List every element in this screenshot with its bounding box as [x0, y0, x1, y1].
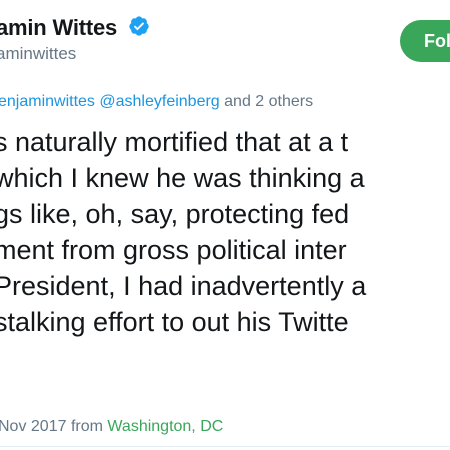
tweet-text-line: ment from gross political inter — [0, 235, 347, 265]
tweet-text-line: gs like, oh, say, protecting fed — [0, 199, 350, 229]
tweet-text-line: s naturally mortified that at a t — [0, 127, 349, 157]
verified-badge-icon — [129, 16, 149, 36]
tweet-timestamp: Nov 2017 from Washington, DC — [0, 418, 223, 436]
tweet-text-line: stalking effort to out his Twitte — [0, 307, 349, 337]
from-label: from — [70, 418, 103, 435]
follow-button[interactable]: Fol — [400, 20, 450, 62]
tweet-card: amin Wittes aminwittes Fol enjaminwittes… — [0, 0, 450, 450]
mention-link[interactable]: enjaminwittes — [0, 93, 95, 110]
author-display-name[interactable]: amin Wittes — [0, 15, 117, 41]
tweet-text-line: which I knew he was thinking a — [0, 163, 365, 193]
replying-to-line: enjaminwittes @ashleyfeinberg and 2 othe… — [0, 93, 313, 111]
tweet-text: s naturally mortified that at a t which … — [0, 124, 450, 376]
tweet-text-line: President, I had inadvertently a — [0, 271, 367, 301]
tweet-date[interactable]: Nov 2017 — [0, 418, 67, 435]
tweet-text-line: . — [0, 340, 450, 376]
author-handle[interactable]: aminwittes — [0, 44, 76, 64]
others-link[interactable]: and 2 others — [224, 93, 313, 110]
divider — [0, 446, 450, 447]
mention-link[interactable]: @ashleyfeinberg — [99, 93, 219, 110]
location-link[interactable]: Washington, DC — [107, 418, 223, 435]
